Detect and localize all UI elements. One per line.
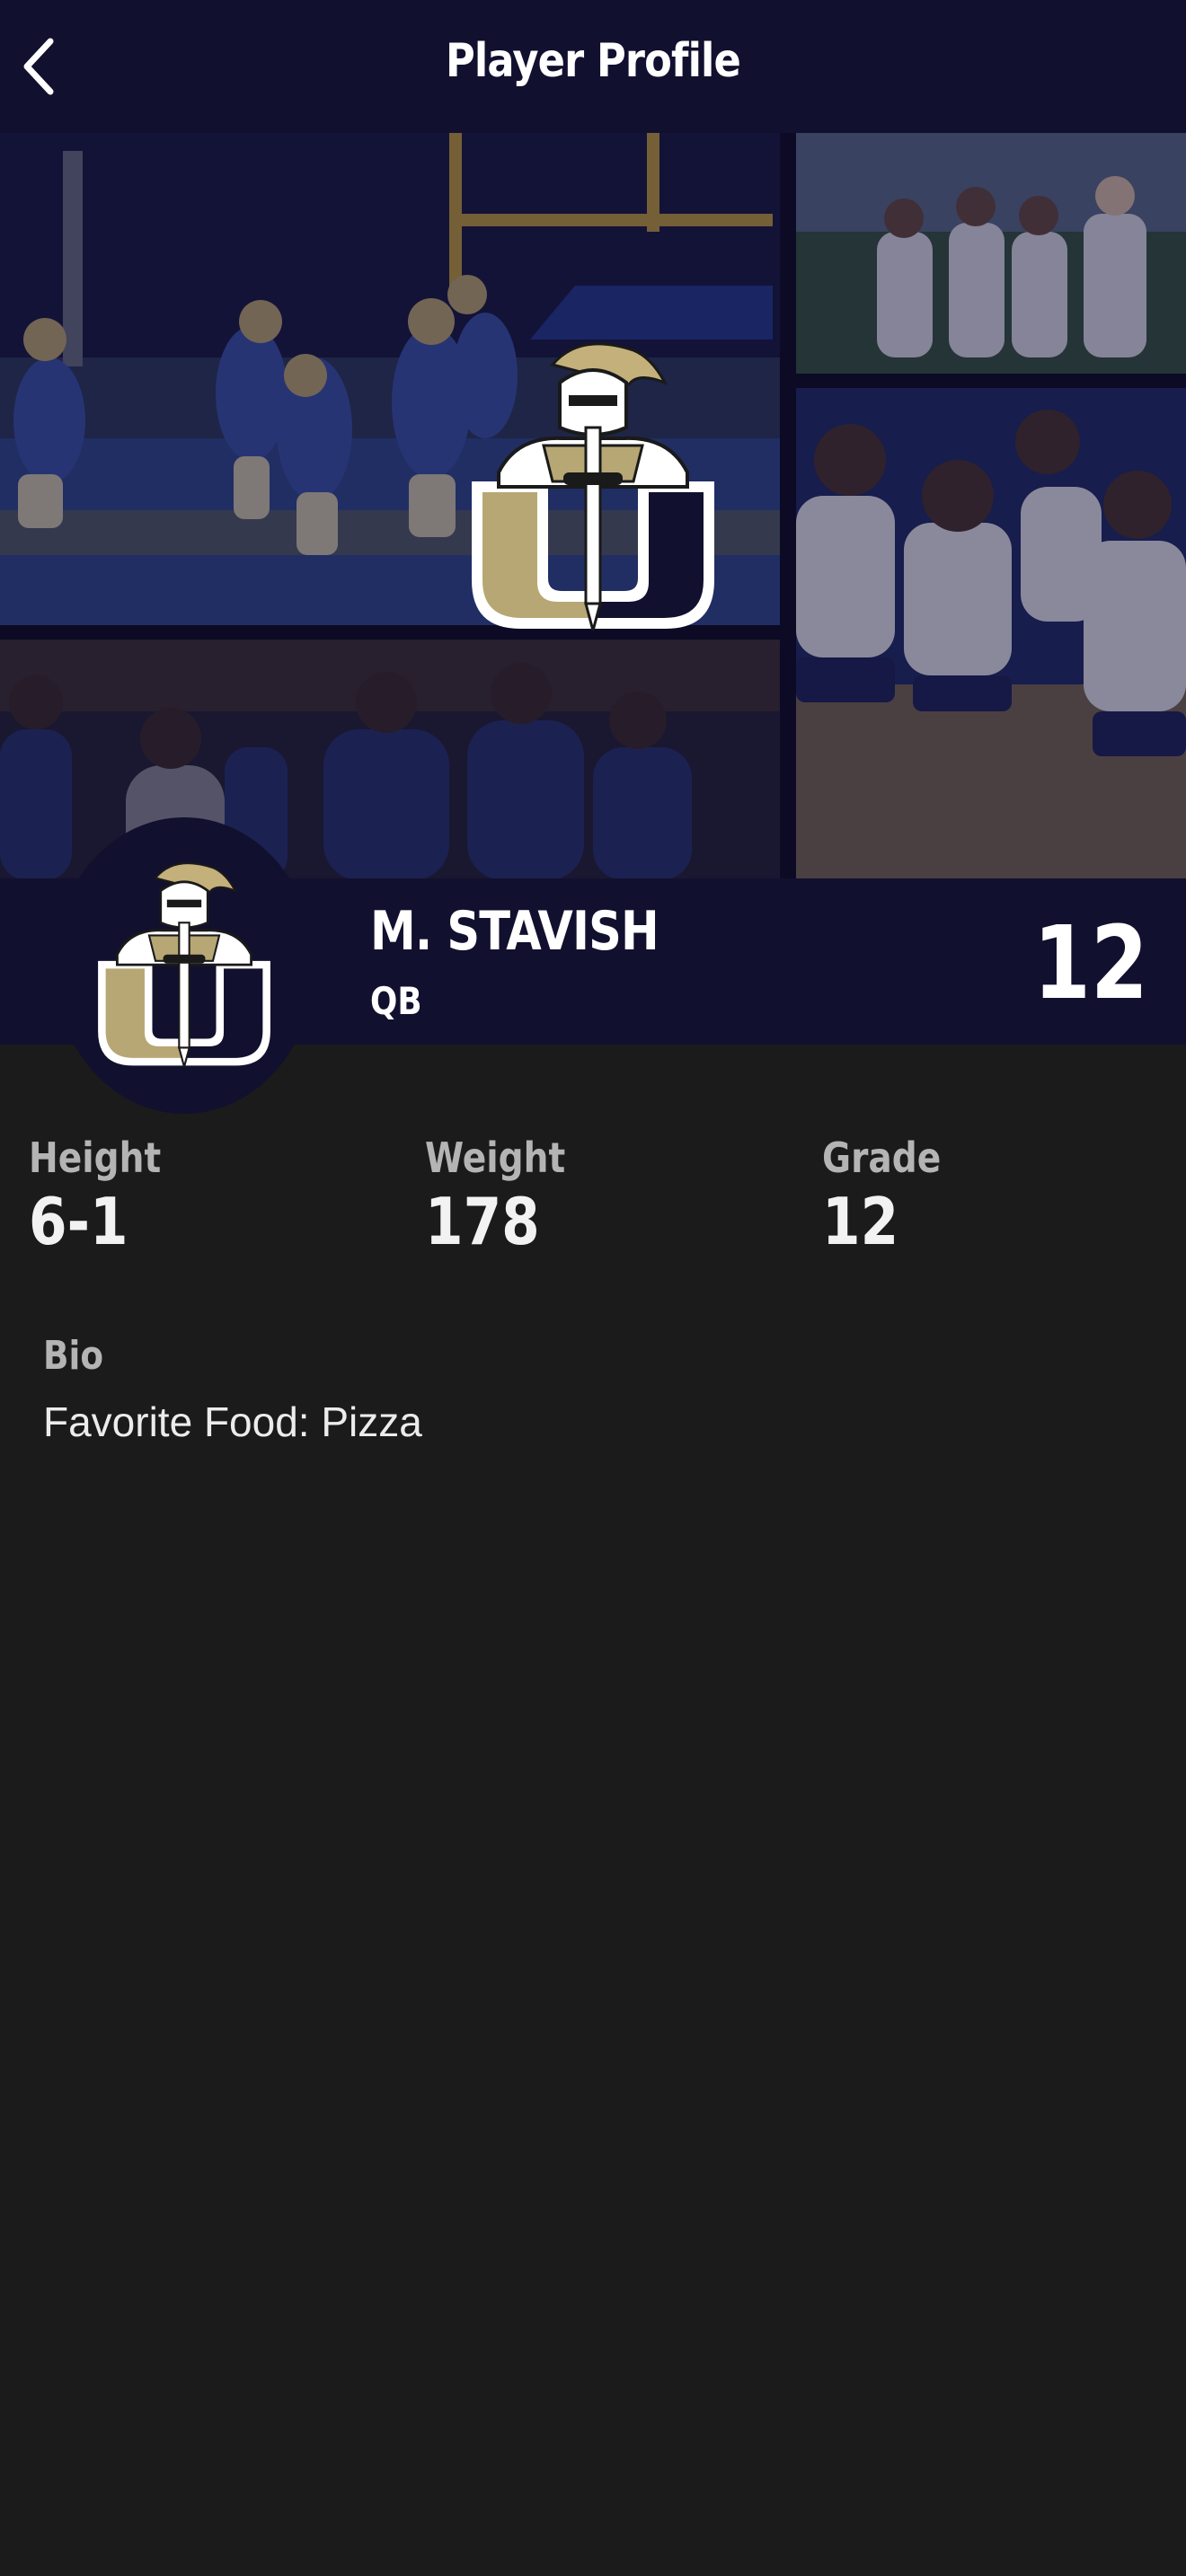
player-position: QB bbox=[370, 979, 422, 1023]
stat-value: 178 bbox=[425, 1184, 540, 1259]
volleyball-team-photo bbox=[796, 133, 1186, 374]
volleyball-huddle-photo bbox=[796, 388, 1186, 878]
player-name: M. STAVISH bbox=[370, 900, 659, 963]
page-title: Player Profile bbox=[446, 34, 741, 88]
knight-u-logo bbox=[98, 862, 270, 1067]
stat-label: Height bbox=[29, 1134, 162, 1182]
chevron-left-icon bbox=[23, 38, 54, 95]
bio-text: Favorite Food: Pizza bbox=[43, 1398, 422, 1445]
stat-value: 6-1 bbox=[29, 1184, 128, 1259]
stat-weight: Weight 178 bbox=[425, 1134, 590, 1259]
stat-label: Weight bbox=[425, 1134, 566, 1182]
back-button[interactable] bbox=[13, 29, 66, 104]
knight-u-logo bbox=[472, 342, 714, 631]
top-bar: Player Profile bbox=[0, 0, 1186, 133]
bio-label: Bio bbox=[43, 1333, 104, 1379]
stat-label: Grade bbox=[822, 1134, 942, 1182]
jersey-number: 12 bbox=[1033, 905, 1148, 1022]
stat-value: 12 bbox=[822, 1184, 899, 1259]
avatar bbox=[54, 817, 314, 1114]
stat-grade: Grade 12 bbox=[822, 1134, 962, 1259]
stat-height: Height 6-1 bbox=[29, 1134, 184, 1259]
team-photo-banner bbox=[0, 133, 1186, 878]
